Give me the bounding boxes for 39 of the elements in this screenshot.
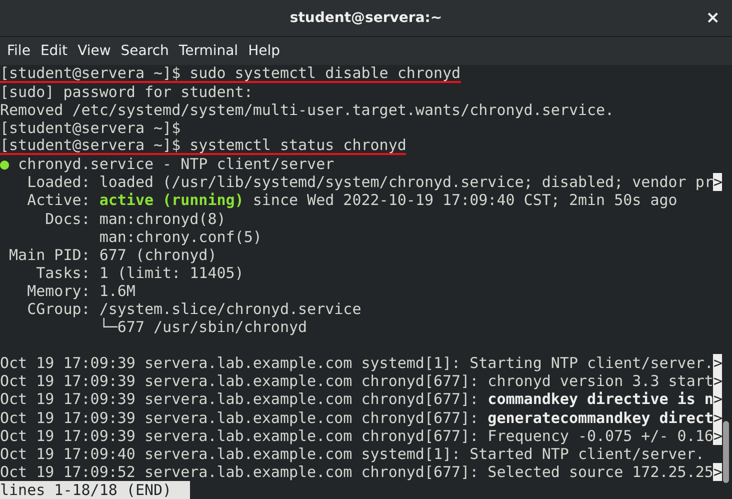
menu-item[interactable]: Terminal (174, 40, 244, 61)
menu-item[interactable]: Edit (35, 40, 73, 61)
terminal-line: Oct 19 17:09:39 servera.lab.example.com chronyd[677]: chronyd version 3.3 start (0, 372, 714, 390)
truncation-marker: > (713, 462, 722, 481)
terminal-line: └─677 /usr/sbin/chronyd (98, 318, 308, 336)
terminal-line: CGroup: /system.slice/chronyd.service (26, 300, 362, 318)
terminal-line: Loaded: loaded (/usr/lib/systemd/system/chronyd.service; disabled; vendor pr (26, 173, 714, 192)
terminal-line: Docs: man:chronyd(8) (44, 210, 226, 228)
menu-item[interactable]: Search (116, 40, 174, 61)
truncation-marker: > (713, 354, 722, 372)
terminal-line: Removed /etc/systemd/system/multi-user.target.wants/chronyd.service. (0, 100, 614, 120)
close-button[interactable]: × (704, 8, 722, 28)
terminal-line: Active: active (running) since Wed 2022-10-19 17:09:40 CST; 2min 50s ago (26, 191, 678, 210)
terminal-line: Oct 19 17:09:40 servera.lab.example.com systemd[1]: Started NTP client/server. (0, 444, 704, 463)
pager-status: lines 1-18/18 (END) (0, 480, 190, 499)
terminal-line: [sudo] password for student: (0, 82, 253, 101)
terminal-line: Oct 19 17:09:39 servera.lab.example.com systemd[1]: Starting NTP client/server. (0, 354, 714, 372)
terminal-line: Memory: 1.6M (26, 282, 136, 300)
terminal-line: [student@servera ~]$ (0, 119, 181, 138)
terminal-line: ● chronyd.service - NTP client/server (0, 155, 334, 174)
truncation-marker: > (713, 408, 722, 427)
menu-item[interactable]: View (72, 40, 116, 61)
menu-item[interactable]: File (2, 40, 36, 61)
truncation-marker: > (713, 426, 722, 445)
window-title: student@servera:~ (290, 10, 442, 26)
terminal-line: Oct 19 17:09:39 servera.lab.example.com chronyd[677]: commandkey directive is n (0, 390, 714, 409)
truncation-marker: > (713, 390, 722, 409)
scrollbar-thumb[interactable] (723, 420, 729, 483)
terminal-line: Main PID: 677 (chronyd) (8, 246, 217, 264)
terminal-line: [student@servera ~]$ systemctl status chronyd (0, 137, 406, 156)
terminal-line: Tasks: 1 (limit: 11405) (35, 264, 244, 282)
truncation-marker: > (713, 372, 722, 390)
terminal-line: Oct 19 17:09:39 servera.lab.example.com chronyd[677]: generatecommandkey direct (0, 408, 714, 427)
terminal-line: Oct 19 17:09:39 servera.lab.example.com chronyd[677]: Frequency -0.075 +/- 0.16 (0, 426, 714, 445)
truncation-marker: > (713, 173, 722, 192)
menu-item[interactable]: Help (243, 40, 285, 61)
terminal-line: man:chrony.conf(5) (98, 228, 262, 246)
terminal-line: Oct 19 17:09:52 servera.lab.example.com chronyd[677]: Selected source 172.25.25 (0, 462, 714, 481)
terminal-line: [student@servera ~]$ sudo systemctl disable chronyd (0, 64, 461, 83)
